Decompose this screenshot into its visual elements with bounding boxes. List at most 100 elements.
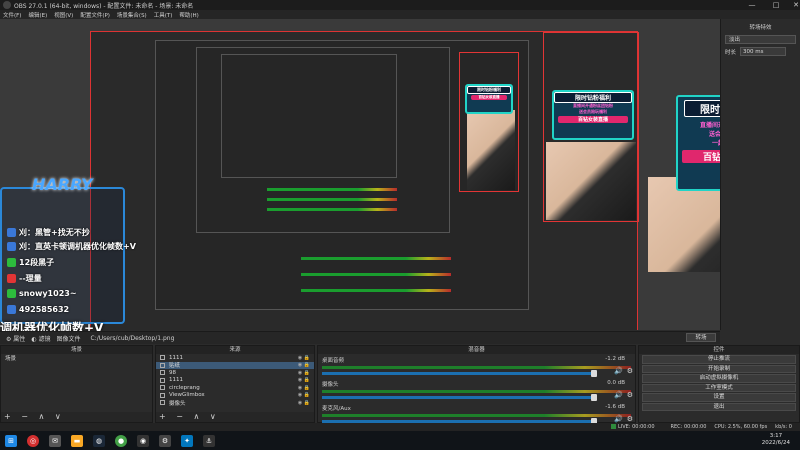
clock-date: 2022/6/24 xyxy=(761,440,790,446)
volume-slider[interactable] xyxy=(322,370,597,377)
transition-select[interactable]: 淡出 xyxy=(725,35,796,44)
preview-canvas[interactable]: 限时钻粉福利 百钻女装直播 限时钻粉福利 直播间开通粉丝团钻粉 送会员陪玩福利 … xyxy=(0,19,720,330)
gear-icon[interactable]: ⚙ xyxy=(627,415,633,423)
overlay-line: 刈：黑管+找无不抄 xyxy=(7,227,90,238)
close-button[interactable]: ✕ xyxy=(784,0,800,10)
image-path-field[interactable]: C:/Users/cub/Desktop/1.png xyxy=(91,335,175,342)
app-taskbar-icon[interactable]: ✦ xyxy=(181,434,193,447)
virtual-camera-button[interactable]: 启动虚拟摄像机 xyxy=(642,374,796,383)
transition-button[interactable]: 转场 xyxy=(686,333,716,342)
nested-meter xyxy=(301,257,451,260)
visibility-icon[interactable]: ◉ 🔒 xyxy=(298,392,310,398)
exit-button[interactable]: 退出 xyxy=(642,402,796,411)
menu-bar: 文件(F) 编辑(E) 视图(V) 配置文件(P) 场景集合(S) 工具(T) … xyxy=(0,10,800,19)
menu-scene-collection[interactable]: 场景集合(S) xyxy=(117,11,147,19)
image-file-label: 图像文件 xyxy=(56,335,81,343)
steam-icon[interactable]: ◍ xyxy=(93,434,105,447)
live-status: LIVE: 00:00:00 xyxy=(610,424,663,430)
visibility-icon[interactable]: ◉ 🔒 xyxy=(298,377,310,383)
visibility-icon[interactable]: ◉ 🔒 xyxy=(298,355,310,361)
scenes-title: 场景 xyxy=(1,346,152,354)
settings-taskbar-icon[interactable]: ⚙ xyxy=(159,434,171,447)
source-item[interactable]: circleprang ◉ 🔒 xyxy=(156,384,314,392)
anchor-icon[interactable]: ⚓ xyxy=(203,434,215,447)
speaker-icon[interactable]: 🔊 xyxy=(614,391,623,399)
menu-profile[interactable]: 配置文件(P) xyxy=(80,11,110,19)
properties-button[interactable]: ⚙ 属性 xyxy=(6,334,25,343)
window-title: OBS 27.0.1 (64-bit, windows) - 配置文件: 未命名… xyxy=(14,2,194,10)
camera-feed-large xyxy=(648,177,720,272)
live-indicator-icon xyxy=(610,424,616,429)
window-source-icon xyxy=(160,392,165,398)
system-clock[interactable]: 3:17 2022/6/24 xyxy=(762,433,790,447)
qq-icon xyxy=(7,305,16,314)
channel-db: 0.0 dB xyxy=(607,380,625,386)
nested-meter xyxy=(301,289,451,292)
chat-icon[interactable]: ✉ xyxy=(49,434,61,447)
studio-mode-button[interactable]: 工作室模式 xyxy=(642,383,796,392)
stop-streaming-button[interactable]: 停止推流 xyxy=(642,355,796,364)
channel-name: 桌面音频 xyxy=(322,358,345,364)
speaker-icon[interactable]: 🔊 xyxy=(614,367,623,375)
mixer-dock: 混音器 桌面音频 -1.2 dB 🔊 ⚙ 摄像头 0.0 dB 🔊 ⚙ 麦克风/… xyxy=(317,345,636,425)
settings-button[interactable]: 设置 xyxy=(642,393,796,402)
folder-icon[interactable]: ▬ xyxy=(71,434,83,447)
visibility-icon[interactable]: ◉ 🔒 xyxy=(298,362,310,368)
overlay-line: 刈：直英卡顿调机器优化帧数+V xyxy=(7,241,136,252)
source-toolbar: ⚙ 属性 ◐ 滤镜 图像文件 C:/Users/cub/Desktop/1.pn… xyxy=(0,331,720,344)
source-item[interactable]: 贴纸 ◉ 🔒 xyxy=(156,361,314,369)
channel-db: -1.6 dB xyxy=(605,404,625,410)
obs-taskbar-icon[interactable]: ◉ xyxy=(137,434,149,447)
menu-tools[interactable]: 工具(T) xyxy=(154,11,173,19)
source-item[interactable]: 1111 ◉ 🔒 xyxy=(156,377,314,385)
filters-button[interactable]: ◐ 滤镜 xyxy=(31,334,50,343)
sources-dock: 来源 1111 ◉ 🔒 贴纸 ◉ 🔒 98 ◉ 🔒 1111 ◉ 🔒 circlepra… xyxy=(155,345,315,423)
bitrate-status: kb/s: 0 xyxy=(775,424,792,430)
channel-name: 麦克风/Aux xyxy=(322,406,351,412)
contact-overlay: HARRY 刈：黑管+找无不抄 刈：直英卡顿调机器优化帧数+V 12段黑子 --… xyxy=(0,175,136,324)
slider-knob[interactable] xyxy=(590,394,597,401)
menu-help[interactable]: 帮助(H) xyxy=(179,11,198,19)
transitions-title: 转场特效 xyxy=(749,25,772,31)
menu-view[interactable]: 视图(V) xyxy=(54,11,73,19)
overlay-brand: HARRY xyxy=(32,175,93,194)
source-item[interactable]: 98 ◉ 🔒 xyxy=(156,369,314,377)
netease-icon[interactable]: ◎ xyxy=(27,434,39,447)
visibility-icon[interactable]: ◉ 🔒 xyxy=(298,370,310,376)
speaker-icon[interactable]: 🔊 xyxy=(614,415,623,423)
sources-footer[interactable]: + − ∧ ∨ xyxy=(156,412,314,422)
visibility-icon[interactable]: ◉ 🔒 xyxy=(298,400,310,406)
scenes-footer[interactable]: + − ∧ ∨ xyxy=(1,412,152,422)
level-meter xyxy=(322,366,631,369)
gear-icon[interactable]: ⚙ xyxy=(627,367,633,375)
camera-source-icon xyxy=(160,400,165,406)
gear-icon[interactable]: ⚙ xyxy=(627,391,633,399)
nested-meter xyxy=(267,208,397,211)
text-source-icon xyxy=(160,377,165,383)
nested-meter xyxy=(267,198,397,201)
preview-capture: 限时钻粉福利 百钻女装直播 限时钻粉福利 直播间开通粉丝团钻粉 送会员陪玩福利 … xyxy=(90,31,639,330)
qq-icon xyxy=(7,228,16,237)
chrome-icon[interactable]: ● xyxy=(115,434,127,447)
obs-window: OBS 27.0.1 (64-bit, windows) - 配置文件: 未命名… xyxy=(0,0,800,450)
promo-card-large: 限时钻粉福利 直播间开通粉丝团钻粉 送会员陪玩福利 一起开黑上分 百钻女装直播 xyxy=(676,95,720,191)
status-bar: LIVE: 00:00:00 REC: 00:00:00 CPU: 2.5%, … xyxy=(0,423,800,431)
scene-item[interactable]: 场景 xyxy=(1,354,152,362)
duration-label: 时长 xyxy=(725,49,737,56)
menu-edit[interactable]: 编辑(E) xyxy=(28,11,47,19)
slider-knob[interactable] xyxy=(590,370,597,377)
qq-icon xyxy=(7,242,16,251)
controls-title: 控件 xyxy=(639,346,799,354)
mixer-channel: 摄像头 0.0 dB 🔊 ⚙ xyxy=(318,378,635,402)
source-item[interactable]: 摄像头 ◉ 🔒 xyxy=(156,399,314,407)
minimize-button[interactable]: — xyxy=(740,0,764,10)
start-icon[interactable]: ⊞ xyxy=(5,434,17,447)
menu-file[interactable]: 文件(F) xyxy=(3,11,21,19)
start-recording-button[interactable]: 开始录制 xyxy=(642,364,796,373)
camera-feed-small xyxy=(467,110,515,190)
taskbar: ⊞ ◎ ✉ ▬ ◍ ● ◉ ⚙ ✦ ⚓ 3:17 2022/6/24 xyxy=(0,431,800,450)
duration-input[interactable]: 300 ms xyxy=(740,47,787,56)
volume-slider[interactable] xyxy=(322,394,597,401)
visibility-icon[interactable]: ◉ 🔒 xyxy=(298,385,310,391)
overlay-line: --理量 xyxy=(7,273,42,284)
